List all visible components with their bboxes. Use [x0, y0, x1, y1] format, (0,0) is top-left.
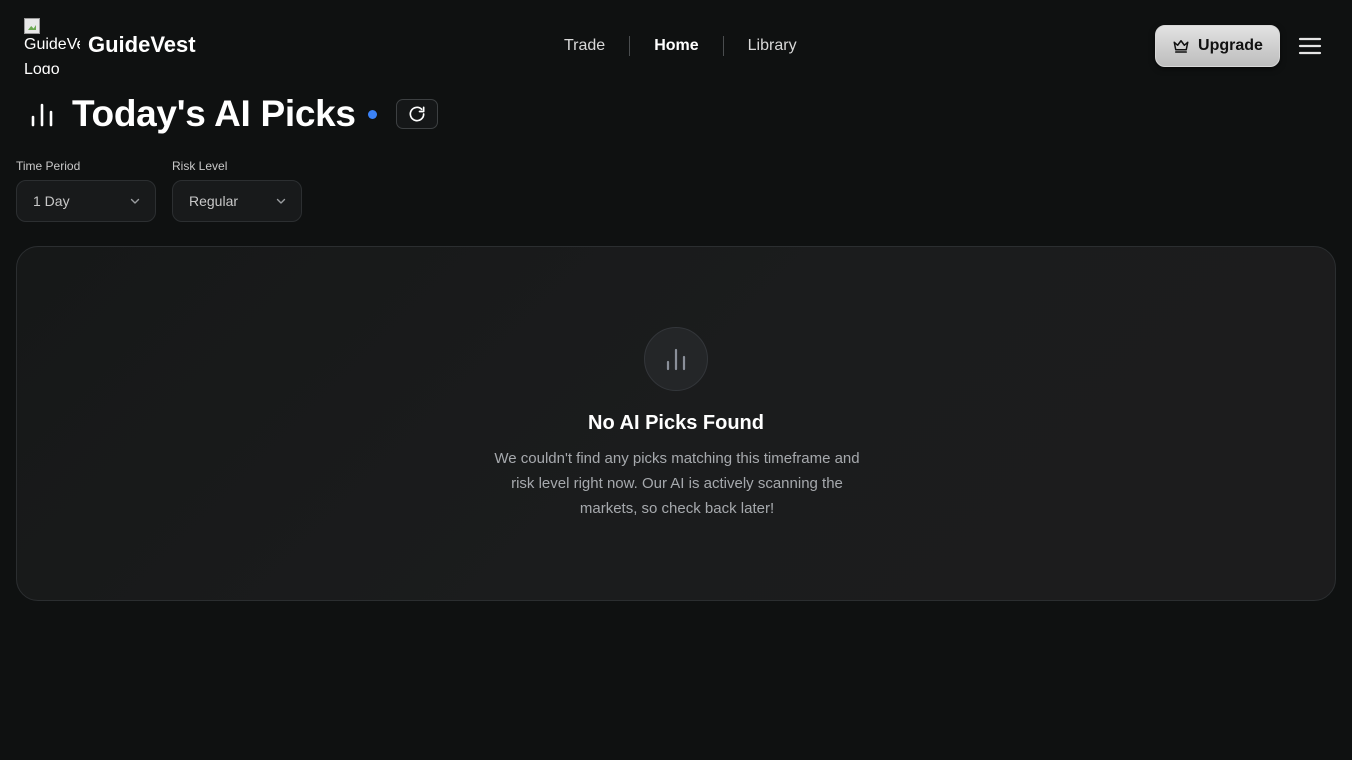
page-title-row: Today's AI Picks: [26, 92, 438, 136]
nav-item-home[interactable]: Home: [630, 30, 722, 62]
time-period-value: 1 Day: [33, 193, 70, 209]
time-period-filter: Time Period 1 Day: [16, 159, 156, 222]
logo-alt-text: GuideVest Logo: [24, 36, 80, 74]
brand-logo-link[interactable]: GuideVest Logo GuideVest: [24, 18, 196, 74]
crown-icon: [1173, 40, 1189, 53]
page-title: Today's AI Picks: [72, 93, 356, 134]
menu-button[interactable]: [1296, 32, 1324, 60]
nav-item-trade[interactable]: Trade: [540, 30, 629, 62]
upgrade-label: Upgrade: [1198, 37, 1263, 54]
chevron-down-icon: [130, 198, 140, 204]
risk-level-filter: Risk Level Regular: [172, 159, 302, 222]
risk-level-label: Risk Level: [172, 159, 228, 173]
empty-state-title: No AI Picks Found: [588, 412, 764, 434]
time-period-select[interactable]: 1 Day: [16, 180, 156, 222]
empty-state-card: No AI Picks Found We couldn't find any p…: [16, 246, 1336, 601]
app-header: GuideVest Logo GuideVest Trade Home Libr…: [0, 0, 1352, 90]
chevron-down-icon: [276, 198, 286, 204]
refresh-button[interactable]: [395, 99, 438, 129]
brand-logo-image: GuideVest Logo: [24, 18, 80, 74]
risk-level-value: Regular: [189, 193, 239, 209]
time-period-label: Time Period: [16, 159, 81, 173]
main-nav: Trade Home Library: [540, 30, 821, 62]
refresh-icon: [409, 106, 425, 122]
risk-level-select[interactable]: Regular: [172, 180, 302, 222]
nav-item-library[interactable]: Library: [724, 30, 821, 62]
hamburger-menu-icon: [1298, 37, 1322, 55]
bar-chart-icon: [31, 103, 53, 127]
brand-name: GuideVest: [88, 32, 196, 57]
empty-state-icon-circle: [644, 327, 708, 391]
upgrade-button[interactable]: Upgrade: [1155, 25, 1280, 67]
bar-chart-icon: [666, 348, 686, 371]
empty-state-description: We couldn't find any picks matching this…: [494, 450, 860, 517]
live-status-dot: [367, 109, 377, 119]
